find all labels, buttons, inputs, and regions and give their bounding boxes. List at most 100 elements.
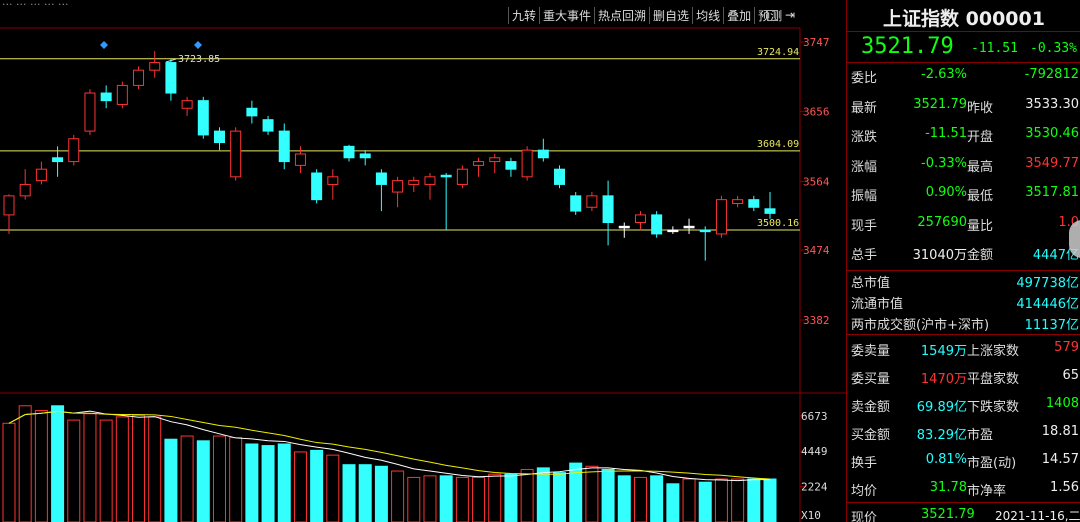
candle-body-19	[311, 172, 323, 201]
volume-bar-22	[358, 464, 372, 522]
layout-icon[interactable]	[767, 9, 778, 21]
hline-label-2: 3500.16	[757, 218, 799, 229]
volume-bar-46	[747, 478, 761, 522]
candle-body-26	[424, 176, 436, 185]
rows-value: 3521.79	[913, 96, 967, 112]
volume-bar-45	[731, 478, 745, 522]
quote-panel: 上证指数 000001 3521.79 -11.51 -0.33% 委比 -2.6…	[846, 0, 1080, 522]
rows2-label: 市盈(动)	[967, 456, 1017, 471]
volume-bar-34	[553, 472, 567, 522]
toolbar-item-2[interactable]: 热点回溯	[594, 6, 649, 24]
rows2-row: 买金额 83.29亿 市盈 18.81	[847, 419, 1080, 446]
kline-chart[interactable]: 3724.94 3604.09 3500.16 3747 3656 3564 3474 338…	[0, 0, 846, 522]
event-marker-1	[194, 41, 202, 49]
candle-body-25	[408, 180, 420, 185]
rows-value: -11.51	[925, 126, 967, 141]
current-price: 3521.79	[861, 34, 954, 59]
volume-bar-29	[472, 476, 486, 522]
rows-value: 31040万	[912, 248, 967, 263]
event-marker-0	[100, 41, 108, 49]
rows-label: 现手	[851, 218, 878, 234]
candle-body-29	[473, 161, 485, 166]
toolbar-item-5[interactable]: 叠加	[723, 6, 754, 24]
volume-bar-21	[342, 464, 356, 522]
rows-label: 金额	[967, 248, 994, 263]
volume-bar-37	[601, 468, 615, 522]
rows-label: 量比	[967, 218, 994, 234]
volume-bar-14	[229, 437, 243, 522]
candle-body-33	[537, 149, 549, 159]
collapse-arrow-icon[interactable]: ⇥	[783, 8, 797, 22]
rows2-value: 18.81	[1041, 424, 1079, 439]
candle-body-11	[181, 100, 193, 109]
volume-bar-20	[326, 454, 340, 522]
rows-label: 委比	[851, 71, 878, 86]
rows2-label: 市盈	[967, 428, 994, 443]
volume-bar-13	[212, 435, 226, 522]
candle-body-21	[343, 145, 355, 159]
rows-value: 3549.77	[1025, 155, 1079, 171]
rows2-value: 65	[1062, 368, 1079, 383]
candle-body-44	[715, 199, 727, 235]
volume-bar-5	[83, 413, 97, 522]
rows-label: 振幅	[851, 189, 878, 204]
candle-body-41	[667, 229, 679, 233]
volume-bar-39	[633, 476, 647, 522]
rows2-label: 平盘家数	[967, 372, 1020, 387]
candle-body-39	[634, 214, 646, 224]
candle-body-43	[699, 229, 711, 233]
rows-label: 总手	[851, 248, 878, 263]
candle-body-34	[554, 168, 566, 185]
volume-bar-25	[407, 476, 421, 522]
toolbar-item-3[interactable]: 删自选	[649, 6, 692, 24]
volume-bar-3	[51, 405, 65, 522]
footer-row: 现价 3521.79 2021-11-16,二	[847, 502, 1080, 522]
candle-body-36	[586, 195, 598, 208]
rows2-label: 换手	[851, 456, 878, 471]
candle-body-40	[651, 214, 663, 235]
candle-body-13	[213, 130, 225, 144]
rows-label: 最高	[967, 159, 994, 175]
volume-bar-17	[277, 443, 291, 522]
rows-value: 3517.81	[1025, 185, 1079, 200]
rows2-value: 83.29亿	[916, 428, 967, 443]
stat-value: 497738亿	[1016, 276, 1079, 291]
volume-bar-27	[439, 475, 453, 522]
rows-value: -792812	[1024, 67, 1079, 82]
volume-bar-15	[245, 443, 259, 522]
rows2-row: 委买量 1470万 平盘家数 65	[847, 363, 1080, 390]
footer-label: 现价	[851, 511, 878, 522]
volume-bar-30	[488, 473, 502, 522]
rows2-row: 委卖量 1549万 上涨家数 579	[847, 335, 1080, 362]
stat-row: 流通市值 414446亿	[847, 291, 1080, 312]
rows-row: 涨幅 -0.33% 最高 3549.77	[847, 151, 1080, 178]
volume-bar-38	[617, 475, 631, 522]
volume-bar-31	[504, 473, 518, 522]
volume-bar-35	[569, 462, 583, 522]
volume-bar-2	[34, 410, 48, 522]
rows2-value: 14.57	[1041, 452, 1079, 467]
price-change-pct: -0.33%	[1030, 41, 1077, 56]
hline-label-0: 3724.94	[757, 47, 799, 58]
rows2-value: 31.78	[929, 480, 967, 495]
floating-button-icon[interactable]	[1069, 220, 1080, 258]
candle-body-47	[764, 208, 776, 214]
volume-bar-26	[423, 475, 437, 522]
candle-body-4	[68, 138, 80, 163]
candle-body-9	[149, 62, 161, 71]
volume-bar-40	[650, 475, 664, 522]
toolbar-item-4[interactable]: 均线	[692, 6, 723, 24]
toolbar-item-0[interactable]: 九转	[508, 6, 539, 24]
stock-title: 上证指数 000001	[883, 8, 1045, 30]
candle-body-3	[52, 157, 64, 163]
candle-body-45	[732, 199, 744, 204]
chart-toolbar: 九转 重大事件 热点回溯 删自选 均线 叠加 预测	[508, 5, 785, 25]
rows-label: 涨幅	[851, 159, 878, 175]
price-tick-label-2: 3564	[803, 175, 830, 188]
volume-bar-1	[18, 405, 32, 522]
toolbar-item-1[interactable]: 重大事件	[539, 6, 594, 24]
candle-body-28	[456, 168, 468, 185]
volume-bar-6	[99, 419, 113, 522]
rows2-label: 上涨家数	[967, 344, 1020, 359]
rows2-row: 均价 31.78 市净率 1.56	[847, 475, 1080, 502]
